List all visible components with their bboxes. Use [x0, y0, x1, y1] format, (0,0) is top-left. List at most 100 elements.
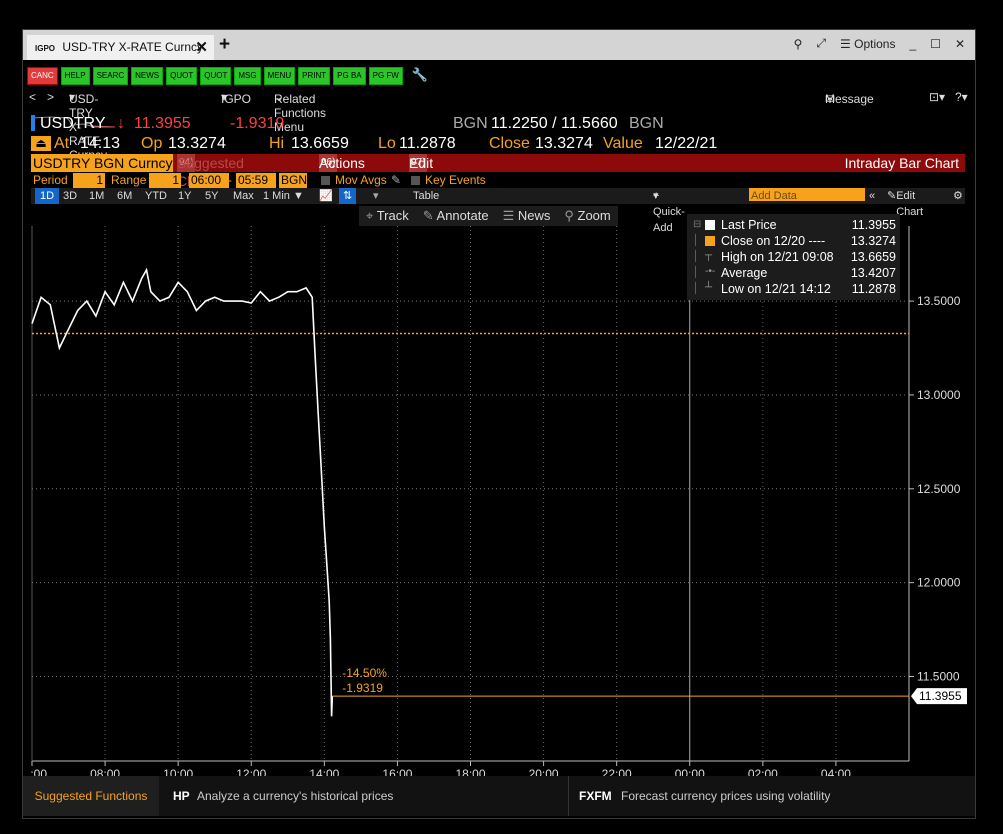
- mov-avgs-label: Mov Avgs: [335, 173, 387, 187]
- title-bar: IGPO USD-TRY X-RATE Curncy ✕ + ⚲ ⤢ ☰ Opt…: [23, 30, 975, 60]
- range-button-1-min[interactable]: 1 Min ▼: [263, 188, 304, 204]
- open-value: 13.3274: [168, 135, 226, 152]
- window-tab[interactable]: IGPO USD-TRY X-RATE Curncy ✕: [27, 35, 214, 60]
- range-button-ytd[interactable]: YTD: [145, 188, 167, 204]
- legend-name: Average: [721, 266, 768, 280]
- forward-icon[interactable]: >: [47, 90, 54, 104]
- maximize-button[interactable]: ☐: [930, 37, 941, 51]
- legend-name: Last Price: [721, 218, 777, 232]
- pencil-icon[interactable]: ✎: [391, 173, 401, 188]
- tool-annotate[interactable]: ✎ Annotate: [416, 206, 496, 226]
- related-functions-menu[interactable]: Related Functions Menu ⌄: [274, 90, 326, 134]
- minimize-button[interactable]: _: [909, 37, 916, 51]
- fxfm-function-code[interactable]: FXFM: [579, 789, 612, 803]
- new-tab-button[interactable]: +: [219, 34, 230, 56]
- quick-add-button[interactable]: + Quick-Add ▾: [653, 188, 685, 234]
- ticker: USDTRY: [40, 115, 106, 132]
- legend-name: Close on 12/20 ----: [721, 234, 826, 248]
- function-key-msg[interactable]: MSG: [234, 67, 261, 85]
- x-tick-label: 18:00: [455, 767, 485, 776]
- high-value: 13.6659: [291, 135, 349, 152]
- add-data-input[interactable]: Add Data: [749, 188, 865, 202]
- function-key-print[interactable]: PRINT: [298, 67, 331, 85]
- close-tab-icon[interactable]: ✕: [195, 35, 208, 60]
- function-key-news[interactable]: NEWS: [131, 67, 164, 85]
- time-from-input[interactable]: 06:00: [189, 173, 229, 188]
- function-selector[interactable]: IGPO ▾: [221, 90, 251, 106]
- period-input[interactable]: 1: [73, 173, 105, 188]
- function-key-menu[interactable]: MENU: [263, 67, 296, 85]
- at-time: 14:13: [80, 135, 121, 152]
- tool-track[interactable]: ⌖ Track: [359, 206, 416, 226]
- bid-ask: 11.2250 / 11.5660: [491, 115, 618, 132]
- suggested-functions-label: Suggested Functions: [23, 776, 159, 816]
- function-key-searc[interactable]: SEARC: [92, 67, 129, 85]
- edit-menu[interactable]: 97) Edit ▾: [409, 154, 433, 172]
- range-button-3d[interactable]: 3D: [63, 188, 77, 204]
- range-button-6m[interactable]: 6M: [117, 188, 132, 204]
- legend-row[interactable]: ⊟ Last Price 11.3955: [693, 217, 898, 233]
- range-button-1d[interactable]: 1D: [35, 188, 60, 204]
- security-box[interactable]: USDTRY BGN Curncy: [31, 154, 173, 172]
- line-chart-icon[interactable]: 📈: [319, 188, 333, 204]
- security-selector[interactable]: USD-TRY X-RATE Curncy ▾: [69, 90, 107, 162]
- legend-tree-icon: ⊟: [693, 219, 702, 230]
- range-button-1m[interactable]: 1M: [89, 188, 104, 204]
- function-key-pg-fw[interactable]: PG FW: [368, 67, 403, 85]
- bar-chart-icon[interactable]: ⇅: [339, 188, 357, 204]
- legend-swatch: ┬: [705, 250, 713, 261]
- legend-row[interactable]: │ ┬ High on 12/21 09:08 13.6659: [693, 249, 898, 265]
- tool-news[interactable]: ☰ News: [496, 206, 558, 226]
- last-price-series-line: [31, 267, 334, 717]
- close-window-button[interactable]: ✕: [955, 37, 965, 51]
- expand-icon[interactable]: ⤢: [816, 36, 826, 51]
- options-label: Options: [854, 36, 896, 51]
- legend-row[interactable]: │ -•- Average 13.4207: [693, 265, 898, 281]
- chart-type-dropdown[interactable]: ▾: [373, 188, 379, 204]
- wrench-icon[interactable]: 🔧: [412, 67, 428, 85]
- function-key-help[interactable]: HELP: [60, 67, 90, 85]
- help-icon[interactable]: ?▾: [955, 90, 968, 104]
- quote-source-2: BGN: [629, 115, 664, 132]
- hp-function-code[interactable]: HP: [173, 789, 190, 803]
- range-input[interactable]: 1: [149, 173, 181, 188]
- value-label: Value: [603, 135, 643, 152]
- function-key-row: CANC HELP SEARC NEWS QUOT QUOT MSG MENU PRINT PG …: [27, 67, 428, 85]
- table-button[interactable]: Table: [413, 188, 439, 204]
- time-to-input[interactable]: 05:59: [236, 173, 276, 188]
- edit-chart-button[interactable]: ✎ Edit Chart: [887, 188, 923, 218]
- search-icon[interactable]: ⚲: [794, 37, 803, 51]
- settings-gear-icon[interactable]: ⚙: [953, 188, 963, 204]
- options-button[interactable]: ☰ Options: [840, 37, 895, 51]
- actions-menu[interactable]: 96) Actions ▾: [319, 154, 365, 172]
- chart-tools: ⌖ Track ✎ Annotate ☰ News ⚲ Zoom: [359, 206, 618, 226]
- mov-avgs-checkbox[interactable]: [321, 176, 330, 185]
- range-button-1y[interactable]: 1Y: [178, 188, 191, 204]
- function-key-quot[interactable]: QUOT: [200, 67, 232, 85]
- back-icon[interactable]: <: [29, 90, 36, 104]
- key-events-checkbox[interactable]: [411, 176, 420, 185]
- range-button-max[interactable]: Max: [233, 188, 254, 204]
- period-row: Period 1 Range 1 06:00 - 05:59 BGN Mov A…: [31, 173, 965, 188]
- x-tick-label: 22:00: [602, 767, 632, 776]
- range-button-5y[interactable]: 5Y: [205, 188, 218, 204]
- y-tick-label: 13.5000: [917, 294, 961, 308]
- window-controls: ⚲ ⤢ ☰ Options _ ☐ ✕: [794, 36, 965, 51]
- legend-row[interactable]: │ ┴ Low on 12/21 14:12 11.2878: [693, 281, 898, 297]
- range-row: 📈 ⇅ ▾ Table + Quick-Add ▾ Add Data « ✎ E…: [31, 188, 965, 234]
- alert-icon[interactable]: ⏏: [31, 136, 51, 151]
- pricing-source-input[interactable]: BGN: [279, 173, 307, 188]
- legend-swatch: [705, 236, 715, 246]
- x-tick-label: 10:00: [163, 767, 193, 776]
- function-key-canc[interactable]: CANC: [27, 67, 58, 85]
- function-key-quot[interactable]: QUOT: [166, 67, 198, 85]
- quote-row-1: USDTRY ↓ 11.3955 -1.9319 BGN 11.2250 / 1…: [30, 115, 971, 133]
- fxfm-function-description: Forecast currency prices using volatilit…: [621, 789, 831, 803]
- close-label: Close: [489, 135, 530, 152]
- collapse-icon[interactable]: «: [869, 188, 875, 204]
- at-label: At: [54, 135, 70, 152]
- function-key-pg-ba[interactable]: PG BA: [333, 67, 366, 85]
- tool-zoom[interactable]: ⚲ Zoom: [557, 206, 617, 226]
- legend-row[interactable]: │ Close on 12/20 ---- 13.3274: [693, 233, 898, 249]
- layout-icon[interactable]: ⊡▾: [929, 90, 945, 104]
